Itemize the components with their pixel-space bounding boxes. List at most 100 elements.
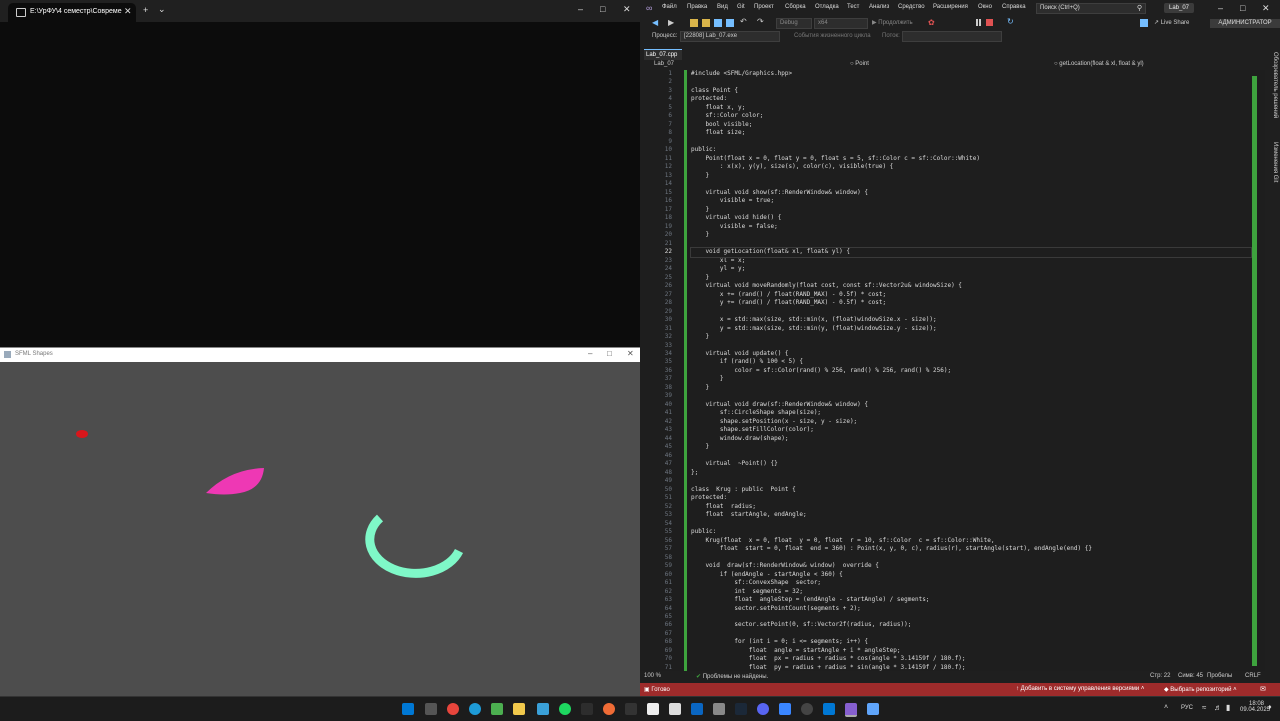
redo-icon[interactable]: ↷ (757, 17, 764, 26)
menu-item[interactable]: Расширения (933, 4, 968, 10)
code-line[interactable] (691, 342, 1251, 350)
code-line[interactable]: : x(x), y(y), size(s), color(c), visible… (691, 163, 1251, 171)
code-line[interactable]: yl = y; (691, 265, 1251, 273)
code-line[interactable] (691, 477, 1251, 485)
code-line[interactable]: sf::Color color; (691, 112, 1251, 120)
undo-icon[interactable]: ↶ (740, 17, 747, 26)
code-editor[interactable]: 1 2 3 4 5 6 7 8 9 10 11 12 13 14 15 16 17 18 19 20 21 22 23 24 2… (640, 70, 1265, 671)
code-line[interactable]: } (691, 274, 1251, 282)
code-line[interactable] (691, 392, 1251, 400)
discord-icon[interactable] (757, 703, 769, 715)
code-line[interactable] (691, 78, 1251, 86)
new-project-icon[interactable] (690, 19, 698, 27)
scrollbar-map[interactable] (1252, 76, 1257, 666)
code-line[interactable]: if (rand() % 100 < 5) { (691, 358, 1251, 366)
code-line[interactable]: } (691, 206, 1251, 214)
close-icon[interactable]: ✕ (627, 349, 634, 358)
menu-item[interactable]: Средство (898, 4, 925, 10)
notifications-icon[interactable]: ✉ (1260, 685, 1266, 693)
issues-indicator[interactable]: ✔ Проблемы не найдены. (696, 673, 768, 680)
battery-icon[interactable]: ▮ (1226, 703, 1230, 712)
code-line[interactable]: protected: (691, 95, 1251, 103)
config-select[interactable]: Debug (776, 18, 812, 29)
menu-item[interactable]: Анализ (869, 4, 889, 10)
toolbar-active-icon[interactable] (1140, 19, 1148, 27)
code-line[interactable]: xl = x; (691, 257, 1251, 265)
pause-icon[interactable] (976, 19, 978, 26)
restart-icon[interactable]: ↻ (1007, 17, 1014, 26)
browser-icon[interactable] (603, 703, 615, 715)
forward-icon[interactable]: ▶ (668, 18, 674, 27)
code-line[interactable]: visible = false; (691, 223, 1251, 231)
word-icon[interactable] (691, 703, 703, 715)
code-line[interactable]: virtual void show(sf::RenderWindow& wind… (691, 189, 1251, 197)
app-icon[interactable] (669, 703, 681, 715)
app-icon[interactable] (779, 703, 791, 715)
code-line[interactable]: }; (691, 469, 1251, 477)
zoom-level[interactable]: 100 % (644, 673, 661, 679)
close-tab-icon[interactable]: ✕ (124, 6, 132, 17)
menu-item[interactable]: Файл (662, 4, 677, 10)
code-line[interactable]: void draw(sf::RenderWindow& window) over… (691, 562, 1251, 570)
epic-games-icon[interactable] (647, 703, 659, 715)
code-line[interactable]: sf::ConvexShape sector; (691, 579, 1251, 587)
menu-item[interactable]: Правка (687, 4, 707, 10)
add-vcs-button[interactable]: ↑ Добавить в систему управления версиями… (1016, 686, 1144, 692)
app-icon[interactable] (713, 703, 725, 715)
code-line[interactable]: x += (rand() / float(RAND_MAX) - 0.5f) *… (691, 291, 1251, 299)
menu-item[interactable]: Проект (754, 4, 774, 10)
code-line[interactable]: sf::CircleShape shape(size); (691, 409, 1251, 417)
code-line[interactable]: float size; (691, 129, 1251, 137)
solution-explorer-tab[interactable]: Обозреватель решений (1268, 52, 1278, 138)
menu-item[interactable]: Git (737, 4, 745, 10)
new-tab-button[interactable]: + (143, 5, 148, 15)
lifecycle-label[interactable]: События жизненного цикла (794, 33, 871, 39)
code-line[interactable]: bool visible; (691, 121, 1251, 129)
code-line[interactable]: float startAngle, endAngle; (691, 511, 1251, 519)
code-line[interactable]: void getLocation(float& xl, float& yl) { (690, 247, 1252, 258)
code-line[interactable]: virtual void draw(sf::RenderWindow& wind… (691, 401, 1251, 409)
nav-member[interactable]: ○ getLocation(float & xl, float & yl) (1054, 61, 1144, 67)
platform-select[interactable]: x64 (814, 18, 868, 29)
app-icon[interactable] (581, 703, 593, 715)
code-line[interactable] (691, 630, 1251, 638)
code-line[interactable] (691, 240, 1251, 248)
code-line[interactable] (691, 554, 1251, 562)
spaces-indicator[interactable]: Пробелы (1207, 673, 1232, 679)
app-icon[interactable] (801, 703, 813, 715)
maximize-icon[interactable]: □ (607, 349, 612, 358)
eol-indicator[interactable]: CRLF (1245, 673, 1261, 679)
chrome-icon[interactable] (447, 703, 459, 715)
code-line[interactable]: } (691, 443, 1251, 451)
code-line[interactable] (691, 520, 1251, 528)
code-line[interactable]: class Point { (691, 87, 1251, 95)
menu-item[interactable]: Справка (1002, 4, 1026, 10)
app-icon[interactable] (491, 703, 503, 715)
code-line[interactable]: float px = radius + radius * cos(angle *… (691, 655, 1251, 663)
code-line[interactable]: Point(float x = 0, float y = 0, float s … (691, 155, 1251, 163)
code-line[interactable] (691, 138, 1251, 146)
code-line[interactable] (691, 308, 1251, 316)
wifi-icon[interactable]: ≈ (1202, 703, 1206, 712)
live-share-button[interactable]: ↗ Live Share (1154, 19, 1189, 26)
menu-item[interactable]: Вид (717, 4, 728, 10)
code-line[interactable]: class Krug : public Point { (691, 486, 1251, 494)
stop-icon[interactable] (986, 19, 993, 26)
col-indicator[interactable]: Симв: 45 (1178, 673, 1203, 679)
clock[interactable]: 18:08 09.04.2025 (1240, 701, 1270, 713)
open-icon[interactable] (702, 19, 710, 27)
maximize-icon[interactable]: □ (600, 4, 605, 14)
search-input[interactable]: Поиск (Ctrl+Q) ⚲ (1036, 3, 1146, 14)
steam-icon[interactable] (735, 703, 747, 715)
nav-scope[interactable]: ○ Point (850, 61, 869, 67)
minimize-icon[interactable]: – (1218, 3, 1223, 13)
app-icon[interactable] (823, 703, 835, 715)
save-all-icon[interactable] (726, 19, 734, 27)
notifications-bell-icon[interactable]: ♦ (1268, 704, 1272, 711)
code-line[interactable]: color = sf::Color(rand() % 256, rand() %… (691, 367, 1251, 375)
nav-project[interactable]: Lab_07 (654, 61, 674, 67)
code-line[interactable]: } (691, 384, 1251, 392)
code-line[interactable]: float angle = startAngle + i * angleStep… (691, 647, 1251, 655)
code-line[interactable]: } (691, 333, 1251, 341)
code-line[interactable]: Krug(float x = 0, float y = 0, float r =… (691, 537, 1251, 545)
